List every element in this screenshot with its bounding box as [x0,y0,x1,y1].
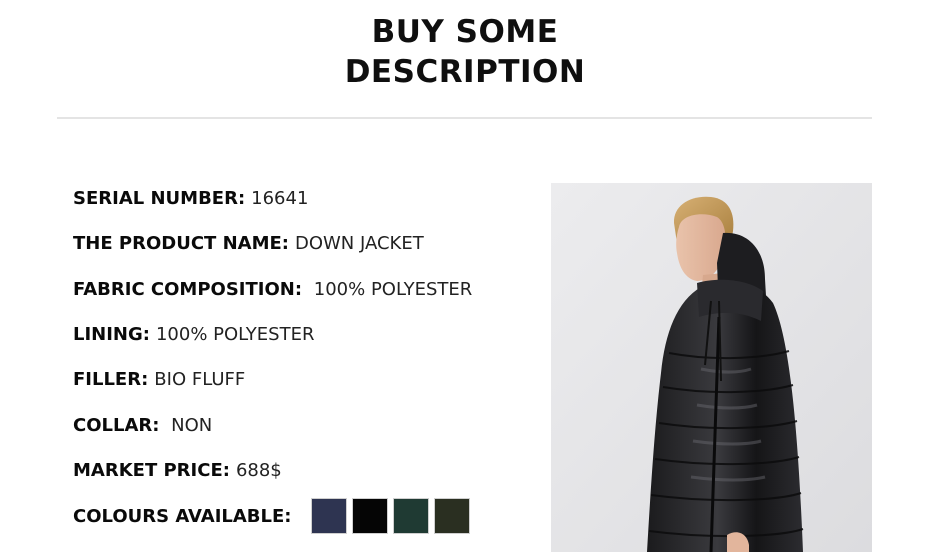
colour-swatch-dark-olive[interactable] [434,498,471,534]
colour-swatch-black[interactable] [352,498,389,534]
colours-available: COLOURS AVAILABLE: [73,494,475,538]
spec-label: LINING: [73,324,150,346]
spec-value: BIO FLUFF [154,369,246,391]
spec-filler: FILLER: BIO FLUFF [73,357,533,402]
page-title: BUY SOME DESCRIPTION [0,12,930,92]
spec-product-name: THE PRODUCT NAME: DOWN JACKET [73,221,533,266]
spec-label: FABRIC COMPOSITION: [73,278,303,300]
title-line-2: DESCRIPTION [344,54,586,90]
spec-lining: LINING: 100% POLYESTER [73,312,533,357]
spec-label: COLLAR: [73,414,160,436]
spec-market-price: MARKET PRICE: 688$ [73,448,533,493]
spec-value: 688$ [235,459,282,481]
colours-label: COLOURS AVAILABLE: [73,505,292,527]
spec-label: MARKET PRICE: [73,459,230,481]
spec-fabric-composition: FABRIC COMPOSITION: 100% POLYESTER [73,267,533,312]
product-photo [551,183,872,552]
spec-serial-number: SERIAL NUMBER: 16641 [73,176,533,221]
spec-collar: COLLAR: NON [73,402,533,447]
spec-label: SERIAL NUMBER: [73,188,246,210]
colour-swatch-dark-green[interactable] [393,498,430,534]
divider [57,117,872,119]
spec-value: DOWN JACKET [294,233,424,255]
spec-value: 100% POLYESTER [308,278,473,300]
spec-label: THE PRODUCT NAME: [73,233,289,255]
title-line-1: BUY SOME [371,14,559,50]
model-in-down-jacket-image [551,183,872,552]
spec-value: NON [165,414,213,436]
colour-swatch-navy[interactable] [311,498,348,534]
spec-value: 16641 [251,188,309,210]
spec-value: 100% POLYESTER [155,324,315,346]
spec-list: SERIAL NUMBER: 16641 THE PRODUCT NAME: D… [73,176,533,493]
spec-label: FILLER: [73,369,149,391]
colour-swatches [311,498,475,534]
